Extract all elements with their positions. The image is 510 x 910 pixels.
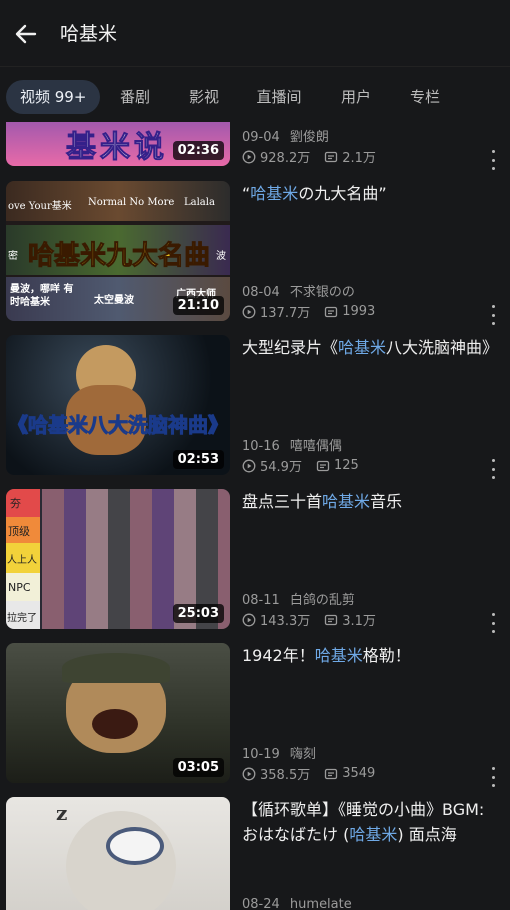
thumbnail-caption: 哈基米九大名曲 bbox=[27, 241, 211, 272]
danmaku-count-icon bbox=[325, 151, 338, 162]
video-title[interactable]: 大型纪录片《哈基米八大洗脑神曲》 bbox=[242, 335, 504, 360]
tier-label: 拉完了 bbox=[7, 613, 37, 624]
video-stats: 137.7万 1993 bbox=[242, 302, 375, 321]
video-date-uploader: 10-19 嗨刻 bbox=[242, 743, 316, 762]
tier-label: 夯 bbox=[10, 497, 21, 510]
danmaku-count-icon bbox=[316, 460, 330, 471]
video-item[interactable]: 夯 顶级 人上人 NPC 拉完了 25:03 盘点三十首哈基米音乐 08-11 … bbox=[0, 489, 510, 633]
video-uploader[interactable]: 不求银のの bbox=[290, 285, 355, 300]
tab-film[interactable]: 影视 bbox=[187, 80, 221, 114]
tab-users[interactable]: 用户 bbox=[339, 80, 373, 114]
video-stats: 54.9万 125 bbox=[242, 456, 359, 475]
more-options-icon[interactable] bbox=[488, 767, 498, 787]
play-count-icon bbox=[242, 613, 256, 626]
view-count: 358.5万 bbox=[260, 768, 311, 783]
danmaku-count-icon bbox=[325, 614, 338, 625]
tier-label: NPC bbox=[8, 581, 31, 594]
search-query-title[interactable]: 哈基米 bbox=[60, 19, 117, 46]
play-count-icon bbox=[242, 150, 256, 163]
danmaku-count: 1993 bbox=[342, 304, 376, 319]
video-date-uploader: 08-11 白鸽の乱剪 bbox=[242, 589, 355, 608]
video-stats: 143.3万 3.1万 bbox=[242, 610, 376, 629]
play-count-icon bbox=[242, 305, 256, 318]
video-title[interactable]: 盘点三十首哈基米音乐 bbox=[242, 489, 504, 514]
view-count: 54.9万 bbox=[260, 460, 302, 475]
danmaku-count-icon bbox=[325, 768, 338, 779]
view-count: 928.2万 bbox=[260, 151, 311, 166]
danmaku-count: 3549 bbox=[342, 766, 376, 781]
duration-badge: 02:36 bbox=[172, 141, 224, 160]
video-date: 08-24 bbox=[242, 897, 280, 910]
back-arrow-icon[interactable] bbox=[12, 20, 40, 48]
more-options-icon[interactable] bbox=[488, 150, 498, 170]
video-title[interactable]: “哈基米の九大名曲” bbox=[242, 181, 504, 206]
video-uploader[interactable]: 白鸽の乱剪 bbox=[290, 593, 355, 608]
video-date: 08-11 bbox=[242, 593, 280, 608]
video-title[interactable]: 1942年！哈基米格勒！ bbox=[242, 643, 504, 668]
tier-label: 顶级 bbox=[8, 525, 30, 538]
more-options-icon[interactable] bbox=[488, 459, 498, 479]
danmaku-count: 125 bbox=[333, 458, 359, 473]
sleeping-z-icon: z bbox=[56, 801, 68, 825]
more-options-icon[interactable] bbox=[488, 305, 498, 325]
tier-label: 人上人 bbox=[7, 555, 37, 566]
view-count: 143.3万 bbox=[260, 614, 311, 629]
video-thumbnail[interactable]: 基米说 02:36 bbox=[6, 122, 230, 166]
video-uploader[interactable]: 嗨刻 bbox=[290, 747, 316, 762]
video-item[interactable]: ove Your基米 Normal No More Lalala 哈基米九大名曲… bbox=[0, 181, 510, 325]
video-date: 08-04 bbox=[242, 285, 280, 300]
thumbnail-cell: 太空曼波 bbox=[94, 295, 134, 306]
video-date-uploader: 10-16 嘻嘻偶偶 bbox=[242, 435, 342, 454]
duration-badge: 21:10 bbox=[172, 296, 224, 315]
top-bar: 哈基米 bbox=[0, 0, 510, 67]
more-options-icon[interactable] bbox=[488, 613, 498, 633]
video-item[interactable]: 基米说 02:36 09-04 劉俊朗 928.2万 2.1万 bbox=[0, 122, 510, 170]
tab-articles[interactable]: 专栏 bbox=[408, 80, 442, 114]
video-uploader[interactable]: 劉俊朗 bbox=[290, 130, 329, 145]
video-title[interactable]: 【循环歌单】《睡觉の小曲》BGM: おはなばたけ (哈基米) 面点海 bbox=[242, 797, 504, 847]
video-date-uploader: 08-24 humelate bbox=[242, 897, 352, 910]
danmaku-count-icon bbox=[325, 306, 338, 317]
video-date: 09-04 bbox=[242, 130, 280, 145]
play-count-icon bbox=[242, 767, 256, 780]
thumbnail-cell: Lalala bbox=[184, 197, 215, 208]
video-item[interactable]: 《哈基米八大洗脑神曲》 02:53 大型纪录片《哈基米八大洗脑神曲》 10-16… bbox=[0, 335, 510, 479]
thumbnail-cell: 波 bbox=[216, 251, 226, 262]
thumbnail-cell: ove Your基米 bbox=[8, 201, 72, 212]
view-count: 137.7万 bbox=[260, 306, 311, 321]
thumbnail-cell: Normal No More bbox=[88, 197, 175, 208]
video-thumbnail[interactable]: 夯 顶级 人上人 NPC 拉完了 25:03 bbox=[6, 489, 230, 629]
video-thumbnail[interactable]: z bbox=[6, 797, 230, 910]
video-stats: 358.5万 3549 bbox=[242, 764, 375, 783]
video-date: 10-16 bbox=[242, 439, 280, 454]
danmaku-count: 2.1万 bbox=[342, 151, 376, 166]
thumbnail-caption: 基米说 bbox=[66, 130, 168, 166]
video-thumbnail[interactable]: 03:05 bbox=[6, 643, 230, 783]
tab-video[interactable]: 视频 99+ bbox=[6, 80, 101, 114]
video-thumbnail[interactable]: ove Your基米 Normal No More Lalala 哈基米九大名曲… bbox=[6, 181, 230, 321]
thumbnail-cell: 密 bbox=[8, 251, 18, 262]
thumbnail-caption: 《哈基米八大洗脑神曲》 bbox=[8, 413, 229, 438]
tab-live[interactable]: 直播间 bbox=[255, 80, 303, 114]
play-count-icon bbox=[242, 459, 256, 472]
video-uploader[interactable]: humelate bbox=[290, 897, 352, 910]
video-uploader[interactable]: 嘻嘻偶偶 bbox=[290, 439, 342, 454]
video-thumbnail[interactable]: 《哈基米八大洗脑神曲》 02:53 bbox=[6, 335, 230, 475]
video-item[interactable]: 03:05 1942年！哈基米格勒！ 10-19 嗨刻 358.5万 3549 bbox=[0, 643, 510, 787]
danmaku-count: 3.1万 bbox=[342, 614, 376, 629]
result-tabs: 视频 99+ 番剧 影视 直播间 用户 专栏 bbox=[0, 78, 510, 118]
video-stats: 928.2万 2.1万 bbox=[242, 147, 376, 166]
duration-badge: 02:53 bbox=[172, 450, 224, 469]
video-list: 基米说 02:36 09-04 劉俊朗 928.2万 2.1万 ove Your… bbox=[0, 122, 510, 910]
tab-bangumi[interactable]: 番剧 bbox=[118, 80, 152, 114]
video-date-uploader: 09-04 劉俊朗 bbox=[242, 126, 329, 145]
duration-badge: 03:05 bbox=[172, 758, 224, 777]
video-date-uploader: 08-04 不求银のの bbox=[242, 281, 355, 300]
video-item[interactable]: z 【循环歌单】《睡觉の小曲》BGM: おはなばたけ (哈基米) 面点海 08-… bbox=[0, 797, 510, 910]
duration-badge: 25:03 bbox=[172, 604, 224, 623]
video-date: 10-19 bbox=[242, 747, 280, 762]
thumbnail-cell: 曼波，哪咩 有时哈基米 bbox=[10, 284, 74, 308]
